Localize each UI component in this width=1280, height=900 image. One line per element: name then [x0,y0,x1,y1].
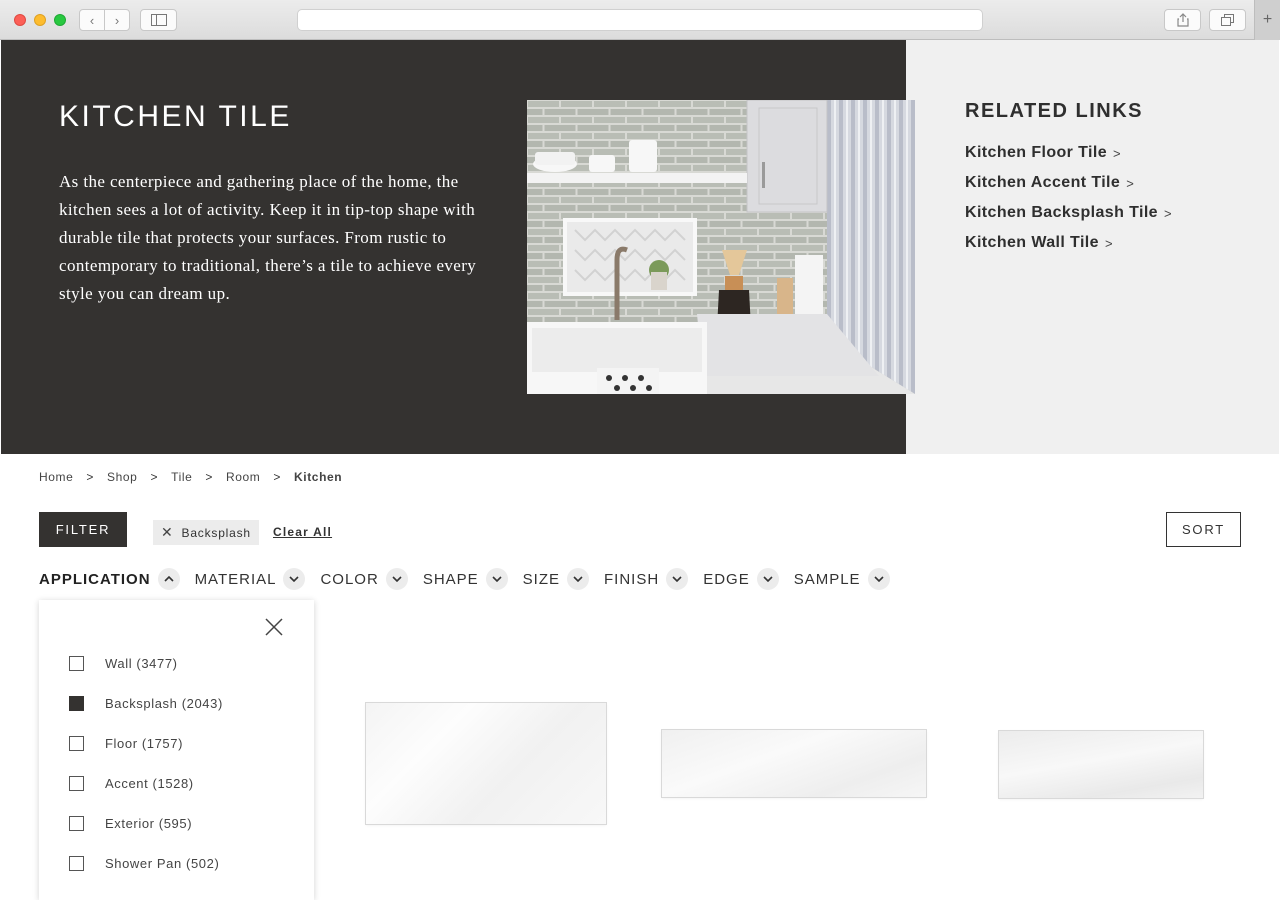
breadcrumb-current: Kitchen [294,470,343,484]
product-tile-image[interactable] [999,731,1203,798]
remove-filter-icon[interactable]: ✕ [161,524,174,541]
facet-sample[interactable]: SAMPLE [794,568,890,590]
breadcrumb-separator: > [205,470,213,484]
sort-button[interactable]: SORT [1166,512,1241,547]
active-filter-chip[interactable]: ✕ Backsplash [153,520,259,545]
chevron-up-icon [157,568,180,590]
related-links-title: RELATED LINKS [965,100,1144,122]
product-tile-image[interactable] [662,730,926,797]
facet-bar: APPLICATION MATERIAL COLOR SHAPE SIZE FI… [39,566,905,592]
address-bar[interactable] [297,9,983,31]
clear-all-link[interactable]: Clear All [273,525,332,539]
breadcrumb: Home > Shop > Tile > Room > Kitchen [39,470,342,484]
minimize-window-button[interactable] [34,14,46,26]
browser-toolbar: ‹ › + [0,0,1280,40]
option-accent[interactable]: Accent (1528) [69,776,194,791]
tabs-icon [1221,14,1234,26]
related-link-floor[interactable]: Kitchen Floor Tile > [965,138,1172,168]
product-tile-image[interactable] [366,703,606,824]
share-icon [1176,13,1189,27]
zoom-window-button[interactable] [54,14,66,26]
related-links-list: Kitchen Floor Tile > Kitchen Accent Tile >… [965,138,1172,258]
facet-application[interactable]: APPLICATION [39,568,180,590]
option-wall[interactable]: Wall (3477) [69,656,178,671]
option-backsplash[interactable]: Backsplash (2043) [69,696,223,711]
page-title: KITCHEN TILE [59,100,292,133]
breadcrumb-room[interactable]: Room [226,470,260,484]
sidebar-toggle-button[interactable] [140,9,177,31]
share-button[interactable] [1164,9,1201,31]
chevron-down-icon [567,568,590,590]
chevron-left-icon: ‹ [89,12,95,28]
chevron-right-icon: > [1104,235,1113,251]
checkbox[interactable] [69,816,84,831]
facet-size[interactable]: SIZE [523,568,590,590]
related-link-accent[interactable]: Kitchen Accent Tile > [965,168,1172,198]
breadcrumb-separator: > [150,470,159,484]
checkbox[interactable] [69,776,84,791]
chevron-right-icon: > [1126,175,1135,191]
related-link-backsplash[interactable]: Kitchen Backsplash Tile > [965,198,1172,228]
chevron-right-icon: › [114,12,120,28]
chevron-down-icon [283,568,306,590]
related-link-wall[interactable]: Kitchen Wall Tile > [965,228,1172,258]
back-button[interactable]: ‹ [79,9,105,31]
chevron-right-icon: > [1113,145,1122,161]
application-dropdown: Wall (3477) Backsplash (2043) Floor (175… [39,600,314,900]
close-icon[interactable] [263,616,285,638]
checkbox[interactable] [69,656,84,671]
facet-color[interactable]: COLOR [320,568,408,590]
option-exterior[interactable]: Exterior (595) [69,816,192,831]
tabs-overview-button[interactable] [1209,9,1246,31]
breadcrumb-shop[interactable]: Shop [107,470,137,484]
option-shower-pan[interactable]: Shower Pan (502) [69,856,219,871]
checkbox-checked[interactable] [69,696,84,711]
hero-description: As the centerpiece and gathering place o… [59,172,477,303]
breadcrumb-separator: > [86,470,95,484]
sidebar-icon [150,14,167,26]
kitchen-hero-image [527,100,915,394]
filter-button[interactable]: FILTER [39,512,127,547]
facet-material[interactable]: MATERIAL [195,568,306,590]
breadcrumb-separator: > [273,470,282,484]
breadcrumb-home[interactable]: Home [39,470,73,484]
checkbox[interactable] [69,736,84,751]
option-floor[interactable]: Floor (1757) [69,736,183,751]
chevron-right-icon: > [1163,205,1172,221]
chevron-down-icon [666,568,689,590]
forward-button[interactable]: › [104,9,130,31]
facet-shape[interactable]: SHAPE [423,568,508,590]
active-filter-label: Backsplash [181,525,251,540]
checkbox[interactable] [69,856,84,871]
chevron-down-icon [385,568,408,590]
facet-finish[interactable]: FINISH [604,568,689,590]
new-tab-button[interactable]: + [1254,0,1280,40]
chevron-down-icon [756,568,779,590]
close-window-button[interactable] [14,14,26,26]
plus-icon: + [1262,11,1273,28]
chevron-down-icon [485,568,508,590]
chevron-down-icon [867,568,890,590]
facet-edge[interactable]: EDGE [703,568,779,590]
breadcrumb-tile[interactable]: Tile [171,470,192,484]
